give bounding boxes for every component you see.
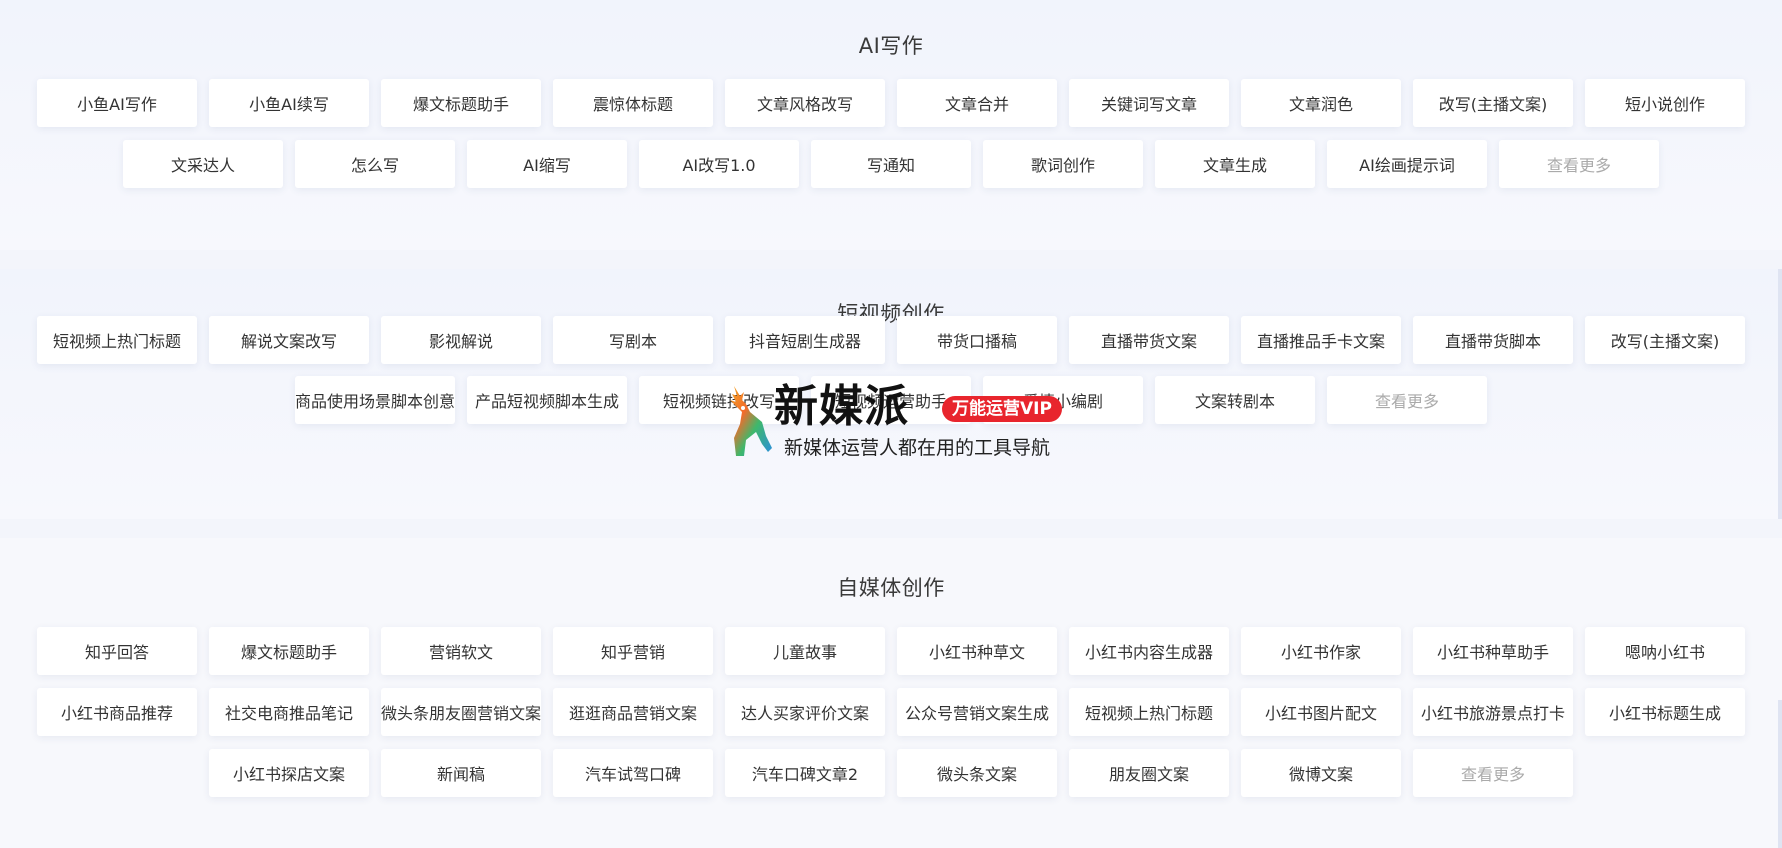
tool-button[interactable]: 短小说创作 <box>1585 79 1745 127</box>
section-title-ai-writing: AI写作 <box>858 34 924 58</box>
tool-button[interactable]: 震惊体标题 <box>553 79 713 127</box>
tool-button[interactable]: 汽车试驾口碑 <box>553 749 713 797</box>
tool-button[interactable]: 写通知 <box>811 140 971 188</box>
tool-button[interactable]: 改写(主播文案) <box>1585 316 1745 364</box>
tool-button[interactable]: 公众号营销文案生成 <box>897 688 1057 736</box>
tool-button[interactable]: 文章风格改写 <box>725 79 885 127</box>
tool-button[interactable]: 新闻稿 <box>381 749 541 797</box>
tool-button[interactable]: 直播带货脚本 <box>1413 316 1573 364</box>
self-media-row-2: 小红书商品推荐 社交电商推品笔记 微头条朋友圈营销文案 逛逛商品营销文案 达人买家评价文… <box>0 688 1782 736</box>
short-video-row-2: 商品使用场景脚本创意 产品短视频脚本生成 短视频链接改写 短视频运营助手 爱情小编剧 文案… <box>0 376 1782 424</box>
tool-button[interactable]: 直播推品手卡文案 <box>1241 316 1401 364</box>
view-more-button[interactable]: 查看更多 <box>1327 376 1487 424</box>
tool-button[interactable]: 小红书种草文 <box>897 627 1057 675</box>
section-short-video: 短视频创作 短视频上热门标题 解说文案改写 影视解说 写剧本 抖音短剧生成器 带货口播稿直… <box>0 269 1782 519</box>
tool-button[interactable]: 小红书探店文案 <box>209 749 369 797</box>
tool-button[interactable]: 汽车口碑文章2 <box>725 749 885 797</box>
tool-button[interactable]: 知乎回答 <box>37 627 197 675</box>
tool-button[interactable]: 微头条文案 <box>897 749 1057 797</box>
tool-button[interactable]: 小鱼AI续写 <box>209 79 369 127</box>
tool-button[interactable]: AI绘画提示词 <box>1327 140 1487 188</box>
section-ai-writing: AI写作 小鱼AI写作 小鱼AI续写 爆文标题助手 震惊体标题 文章风格改写 文章合并 关键… <box>0 0 1782 250</box>
tool-button[interactable]: 文采达人 <box>123 140 283 188</box>
tool-button[interactable]: AI缩写 <box>467 140 627 188</box>
tool-button[interactable]: 儿童故事 <box>725 627 885 675</box>
section-title-self-media: 自媒体创作 <box>837 576 945 600</box>
tool-button[interactable]: 社交电商推品笔记 <box>209 688 369 736</box>
tool-button[interactable]: AI改写1.0 <box>639 140 799 188</box>
scroll-edge-lower <box>1778 700 1782 848</box>
tool-button[interactable]: 短视频链接改写 <box>639 376 799 424</box>
tool-button[interactable]: 短视频运营助手 <box>811 376 971 424</box>
tool-button[interactable]: 小红书图片配文 <box>1241 688 1401 736</box>
tool-button[interactable]: 歌词创作 <box>983 140 1143 188</box>
ai-writing-row-1: 小鱼AI写作 小鱼AI续写 爆文标题助手 震惊体标题 文章风格改写 文章合并 关键词写文章文… <box>0 79 1782 127</box>
tool-button[interactable]: 营销软文 <box>381 627 541 675</box>
tool-button[interactable]: 文章润色 <box>1241 79 1401 127</box>
tool-button[interactable]: 小红书标题生成 <box>1585 688 1745 736</box>
tool-button[interactable]: 怎么写 <box>295 140 455 188</box>
tool-button[interactable]: 嗯呐小红书 <box>1585 627 1745 675</box>
tool-button[interactable]: 关键词写文章 <box>1069 79 1229 127</box>
tool-button[interactable]: 短视频上热门标题 <box>37 316 197 364</box>
tool-button[interactable]: 爆文标题助手 <box>381 79 541 127</box>
tool-button[interactable]: 爱情小编剧 <box>983 376 1143 424</box>
tool-button[interactable]: 文章生成 <box>1155 140 1315 188</box>
view-more-button[interactable]: 查看更多 <box>1499 140 1659 188</box>
tool-button[interactable]: 产品短视频脚本生成 <box>467 376 627 424</box>
tool-button[interactable]: 小红书商品推荐 <box>37 688 197 736</box>
short-video-row-1: 短视频上热门标题 解说文案改写 影视解说 写剧本 抖音短剧生成器 带货口播稿 直播带货文案直… <box>0 316 1782 364</box>
tool-button[interactable]: 解说文案改写 <box>209 316 369 364</box>
tool-button[interactable]: 小鱼AI写作 <box>37 79 197 127</box>
tool-button[interactable]: 影视解说 <box>381 316 541 364</box>
tool-button[interactable]: 抖音短剧生成器 <box>725 316 885 364</box>
tool-button[interactable]: 小红书作家 <box>1241 627 1401 675</box>
tool-button[interactable]: 逛逛商品营销文案 <box>553 688 713 736</box>
tool-button[interactable]: 爆文标题助手 <box>209 627 369 675</box>
view-more-button[interactable]: 查看更多 <box>1413 749 1573 797</box>
tool-button[interactable]: 朋友圈文案 <box>1069 749 1229 797</box>
tool-button[interactable]: 微博文案 <box>1241 749 1401 797</box>
tool-button[interactable]: 小红书种草助手 <box>1413 627 1573 675</box>
tool-button[interactable]: 直播带货文案 <box>1069 316 1229 364</box>
self-media-row-1: 知乎回答 爆文标题助手 营销软文 知乎营销 儿童故事 小红书种草文 小红书内容生成器 小红书作… <box>0 627 1782 675</box>
tool-button[interactable]: 商品使用场景脚本创意 <box>295 376 455 424</box>
section-self-media: 自媒体创作 知乎回答 爆文标题助手 营销软文 知乎营销 儿童故事 小红书种草文 小红书内容生… <box>0 538 1782 848</box>
tool-button[interactable]: 文案转剧本 <box>1155 376 1315 424</box>
tool-button[interactable]: 带货口播稿 <box>897 316 1057 364</box>
tool-button[interactable]: 文章合并 <box>897 79 1057 127</box>
tool-button[interactable]: 小红书内容生成器 <box>1069 627 1229 675</box>
tool-button[interactable]: 改写(主播文案) <box>1413 79 1573 127</box>
tool-button[interactable]: 达人买家评价文案 <box>725 688 885 736</box>
ai-writing-row-2: 文采达人 怎么写 AI缩写 AI改写1.0 写通知 歌词创作 文章生成 AI绘画提示词 查看更多 <box>0 140 1782 188</box>
tool-button[interactable]: 写剧本 <box>553 316 713 364</box>
self-media-row-3: 小红书探店文案 新闻稿 汽车试驾口碑 汽车口碑文章2 微头条文案 朋友圈文案 微博文案 查看更… <box>0 749 1782 797</box>
tool-button[interactable]: 短视频上热门标题 <box>1069 688 1229 736</box>
scroll-edge <box>1778 269 1782 519</box>
tool-button[interactable]: 小红书旅游景点打卡 <box>1413 688 1573 736</box>
tool-button[interactable]: 微头条朋友圈营销文案 <box>381 688 541 736</box>
tool-button[interactable]: 知乎营销 <box>553 627 713 675</box>
